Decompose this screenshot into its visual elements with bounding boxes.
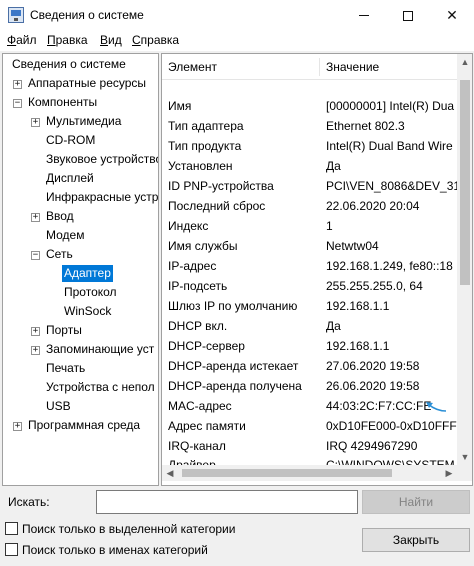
grid-header: Элемент Значение (162, 54, 457, 80)
scroll-right-icon[interactable]: ▶ (441, 465, 457, 481)
table-row[interactable]: IRQ-канал IRQ 4294967290 (162, 437, 457, 456)
close-button[interactable]: Закрыть (362, 528, 470, 552)
tree-item-cdrom[interactable]: CD-ROM (3, 132, 158, 151)
table-row[interactable]: Адрес памяти 0xD10FE000-0xD10FFF (162, 417, 457, 436)
search-label: Искать: (8, 495, 50, 509)
category-tree[interactable]: Сведения о системе + Аппаратные ресурсы … (2, 53, 159, 486)
tree-item-display[interactable]: Дисплей (3, 170, 158, 189)
expand-icon[interactable]: + (13, 422, 22, 431)
tree-item-storage[interactable]: + Запоминающие уст (3, 341, 158, 360)
tree-item-winsock[interactable]: WinSock (3, 303, 158, 322)
table-row[interactable]: Имя [00000001] Intel(R) Dua (162, 97, 457, 116)
table-row[interactable]: IP-подсеть 255.255.255.0, 64 (162, 277, 457, 296)
table-row[interactable]: Тип продукта Intel(R) Dual Band Wire (162, 137, 457, 156)
scroll-left-icon[interactable]: ◀ (162, 465, 178, 481)
menu-bar: Файл Правка Вид Справка (0, 31, 474, 51)
vertical-scrollbar[interactable]: ▲ ▼ (457, 54, 472, 465)
expand-icon[interactable]: + (31, 327, 40, 336)
title-bar: Сведения о системе ✕ (0, 0, 474, 31)
tree-item-usb[interactable]: USB (3, 398, 158, 417)
expand-icon[interactable]: + (31, 346, 40, 355)
maximize-icon (403, 10, 413, 21)
table-row[interactable]: Последний сброс 22.06.2020 20:04 (162, 197, 457, 216)
minimize-icon (359, 15, 369, 16)
tree-item-sound-device[interactable]: Звуковое устройство (3, 151, 158, 170)
column-header-element[interactable]: Элемент (168, 60, 217, 74)
checkbox[interactable] (5, 543, 18, 556)
table-row[interactable]: Имя службы Netwtw04 (162, 237, 457, 256)
tree-item-infrared[interactable]: Инфракрасные устр (3, 189, 158, 208)
tree-item-adapter[interactable]: Адаптер (3, 265, 158, 284)
menu-edit[interactable]: Правка (47, 33, 88, 47)
close-window-button[interactable]: ✕ (430, 0, 474, 31)
scroll-down-icon[interactable]: ▼ (457, 449, 472, 465)
tree-item-printing[interactable]: Печать (3, 360, 158, 379)
search-input[interactable] (96, 490, 358, 514)
expand-icon[interactable]: + (31, 213, 40, 222)
scroll-thumb[interactable] (460, 80, 470, 285)
expand-icon[interactable]: + (13, 80, 22, 89)
details-grid[interactable]: Элемент Значение Имя [00000001] Intel(R) … (161, 53, 473, 486)
table-row[interactable]: DHCP-аренда получена 26.06.2020 19:58 (162, 377, 457, 396)
table-row[interactable]: IP-адрес 192.168.1.249, fe80::18 (162, 257, 457, 276)
table-row[interactable]: Тип адаптера Ethernet 802.3 (162, 117, 457, 136)
table-row[interactable]: DHCP-сервер 192.168.1.1 (162, 337, 457, 356)
tree-item-ports[interactable]: + Порты (3, 322, 158, 341)
tree-item-input[interactable]: + Ввод (3, 208, 158, 227)
table-row[interactable]: MAC-адрес 44:03:2C:F7:CC:FE (162, 397, 457, 416)
maximize-button[interactable] (386, 0, 430, 31)
scroll-corner (457, 465, 472, 481)
column-divider[interactable] (319, 58, 320, 76)
close-icon: ✕ (446, 7, 458, 23)
tree-item-network[interactable]: − Сеть (3, 246, 158, 265)
tree-item-multimedia[interactable]: + Мультимедиа (3, 113, 158, 132)
collapse-icon[interactable]: − (13, 99, 22, 108)
scroll-thumb[interactable] (182, 469, 392, 477)
table-row[interactable]: Индекс 1 (162, 217, 457, 236)
system-info-icon (8, 7, 24, 23)
horizontal-scrollbar[interactable]: ◀ ▶ (162, 465, 457, 481)
menu-file[interactable]: Файл (7, 33, 37, 47)
scroll-up-icon[interactable]: ▲ (457, 54, 472, 70)
menu-help[interactable]: Справка (132, 33, 179, 47)
collapse-icon[interactable]: − (31, 251, 40, 260)
tree-item-software-environment[interactable]: + Программная среда (3, 417, 158, 436)
table-row[interactable]: DHCP-аренда истекает 27.06.2020 19:58 (162, 357, 457, 376)
annotation-arrow-icon (426, 402, 447, 412)
tree-item-components[interactable]: − Компоненты (3, 94, 158, 113)
column-header-value[interactable]: Значение (326, 60, 379, 74)
tree-item-modem[interactable]: Модем (3, 227, 158, 246)
tree-item-hardware-resources[interactable]: + Аппаратные ресурсы (3, 75, 158, 94)
tree-item-protocol[interactable]: Протокол (3, 284, 158, 303)
window-title: Сведения о системе (30, 8, 144, 22)
table-row[interactable]: ID PNP-устройства PCI\VEN_8086&DEV_31 (162, 177, 457, 196)
expand-icon[interactable]: + (31, 118, 40, 127)
checkbox[interactable] (5, 522, 18, 535)
find-button[interactable]: Найти (362, 490, 470, 514)
table-row[interactable]: DHCP вкл. Да (162, 317, 457, 336)
table-row[interactable]: Установлен Да (162, 157, 457, 176)
tree-item-problem-devices[interactable]: Устройства с непол (3, 379, 158, 398)
tree-root[interactable]: Сведения о системе (10, 56, 128, 75)
menu-view[interactable]: Вид (100, 33, 122, 47)
minimize-button[interactable] (342, 0, 386, 31)
table-row[interactable]: Шлюз IP по умолчанию 192.168.1.1 (162, 297, 457, 316)
